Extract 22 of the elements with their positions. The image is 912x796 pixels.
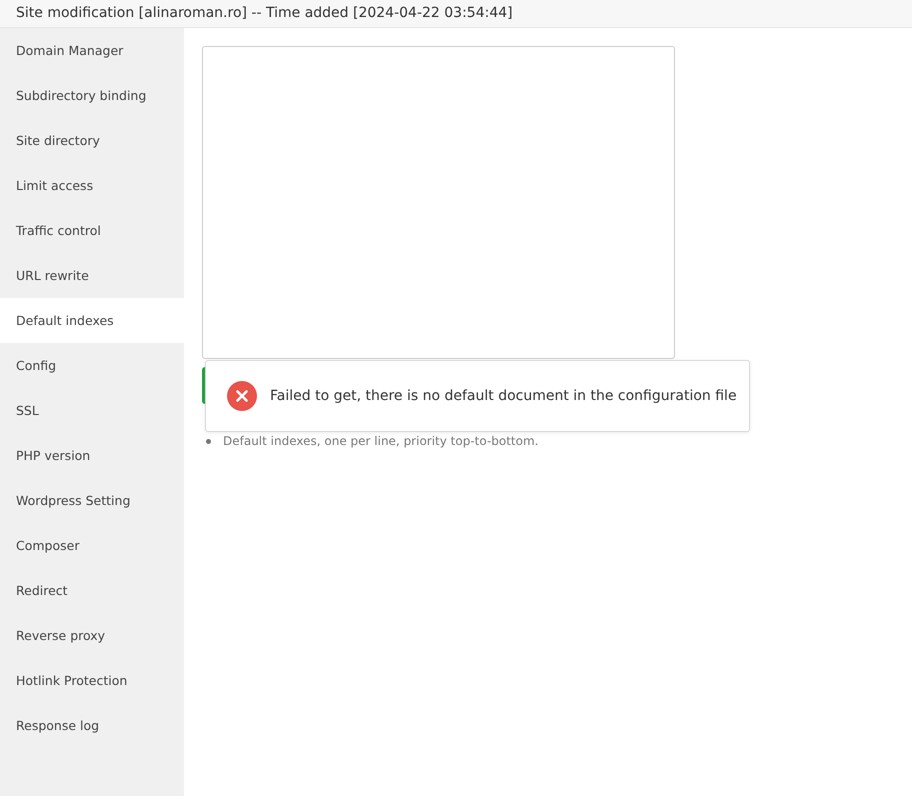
sidebar-item[interactable]: Traffic control	[0, 208, 184, 253]
sidebar-item[interactable]: URL rewrite	[0, 253, 184, 298]
sidebar-item[interactable]: Wordpress Setting	[0, 478, 184, 523]
sidebar-item[interactable]: Default indexes	[0, 298, 184, 343]
sidebar-item[interactable]: Site directory	[0, 118, 184, 163]
sidebar-item[interactable]: Response log	[0, 703, 184, 748]
sidebar-item[interactable]: Limit access	[0, 163, 184, 208]
hint-text: Default indexes, one per line, priority top-to-bottom.	[223, 434, 538, 448]
text-area[interactable]	[202, 46, 675, 359]
toast-message: Failed to get, there is no default document in the configuration file	[270, 388, 737, 404]
sidebar-item[interactable]: Subdirectory binding	[0, 73, 184, 118]
error-icon	[227, 381, 257, 411]
sidebar-item[interactable]: PHP version	[0, 433, 184, 478]
sidebar-item[interactable]: SSL	[0, 388, 184, 433]
sidebar-item[interactable]: Hotlink Protection	[0, 658, 184, 703]
sidebar-item[interactable]: Redirect	[0, 568, 184, 613]
window-title: Site modification [alinaroman.ro] -- Time added [2024-04-22 03:54:44]	[16, 6, 513, 20]
sidebar-item[interactable]: Config	[0, 343, 184, 388]
sidebar-item[interactable]: Composer	[0, 523, 184, 568]
sidebar-item[interactable]: Domain Manager	[0, 28, 184, 73]
bullet-icon	[206, 438, 211, 444]
sidebar-item[interactable]: Reverse proxy	[0, 613, 184, 658]
